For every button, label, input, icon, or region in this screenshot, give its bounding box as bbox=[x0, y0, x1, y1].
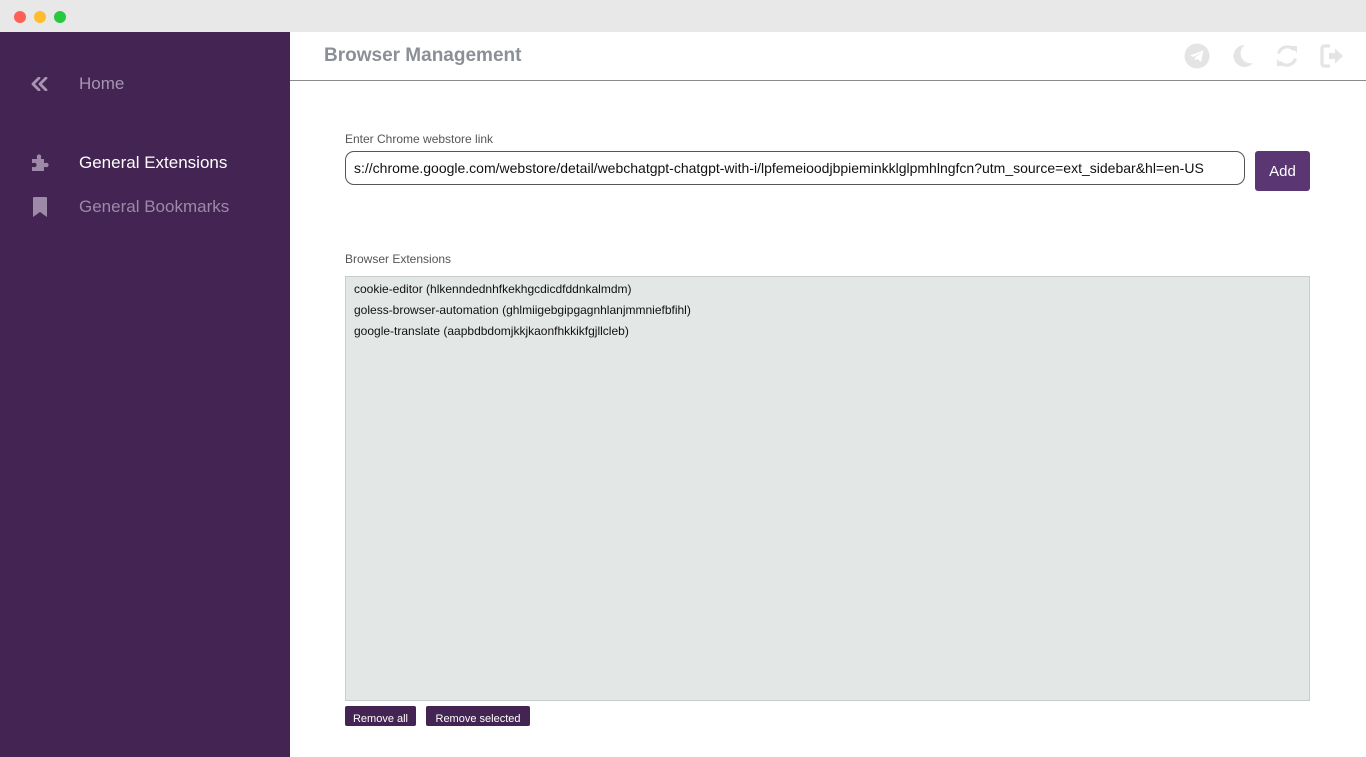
refresh-icon[interactable] bbox=[1274, 43, 1300, 69]
list-item[interactable]: goless-browser-automation (ghlmiigebgipg… bbox=[354, 302, 1301, 323]
close-window-button[interactable] bbox=[14, 11, 26, 23]
sidebar: Home General Extensions General Bookmark… bbox=[0, 32, 290, 757]
double-chevron-left-icon bbox=[30, 74, 50, 94]
page-title: Browser Management bbox=[324, 45, 522, 66]
window-titlebar bbox=[0, 0, 1366, 32]
sidebar-item-label: General Bookmarks bbox=[79, 197, 230, 216]
browser-extensions-list[interactable]: cookie-editor (hlkenndednhfkekhgcdicdfdd… bbox=[345, 276, 1310, 701]
add-button[interactable]: Add bbox=[1255, 151, 1310, 191]
sidebar-item-label: Home bbox=[79, 74, 125, 93]
webstore-link-input[interactable] bbox=[345, 151, 1245, 185]
bookmark-icon bbox=[30, 197, 50, 217]
minimize-window-button[interactable] bbox=[34, 11, 46, 23]
webstore-link-label: Enter Chrome webstore link bbox=[345, 132, 494, 146]
browser-extensions-label: Browser Extensions bbox=[345, 252, 452, 266]
telegram-icon[interactable] bbox=[1184, 43, 1210, 69]
list-item[interactable]: cookie-editor (hlkenndednhfkekhgcdicdfdd… bbox=[354, 281, 1301, 302]
remove-all-button[interactable]: Remove all bbox=[345, 706, 416, 726]
moon-icon[interactable] bbox=[1229, 43, 1255, 69]
logout-icon[interactable] bbox=[1319, 43, 1345, 69]
remove-selected-button[interactable]: Remove selected bbox=[426, 706, 530, 726]
sidebar-item-general-extensions[interactable]: General Extensions bbox=[0, 145, 290, 181]
puzzle-icon bbox=[30, 153, 50, 173]
list-item[interactable]: google-translate (aapbdbdomjkkjkaonfhkki… bbox=[354, 323, 1301, 344]
page-header: Browser Management bbox=[290, 32, 1366, 81]
sidebar-item-general-bookmarks[interactable]: General Bookmarks bbox=[0, 189, 290, 225]
sidebar-item-label: General Extensions bbox=[79, 153, 228, 172]
maximize-window-button[interactable] bbox=[54, 11, 66, 23]
sidebar-item-home[interactable]: Home bbox=[0, 66, 290, 102]
